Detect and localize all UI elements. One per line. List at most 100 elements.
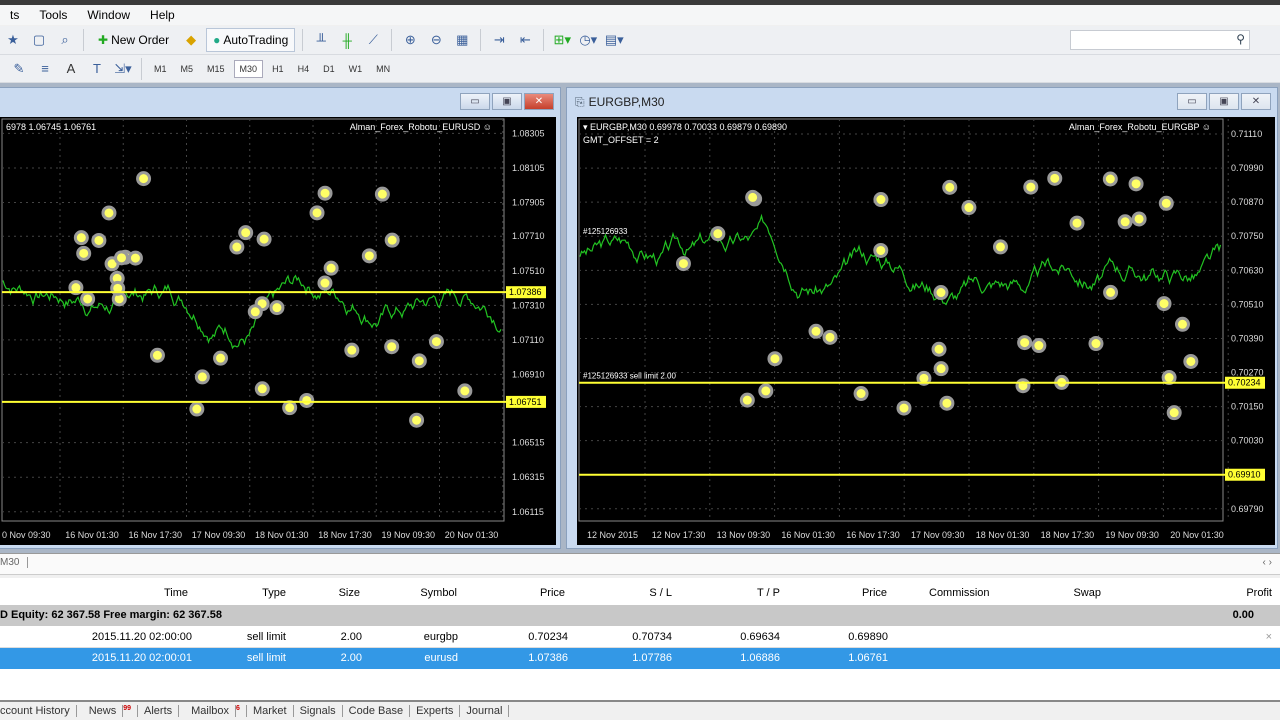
close-button[interactable]: ✕ (1241, 93, 1271, 110)
timeframe-h1[interactable]: H1 (267, 61, 289, 77)
price-label: 0.70750 (1231, 231, 1264, 241)
table-row-selected[interactable]: 2015.11.20 02:00:01 sell limit 2.00 euru… (0, 648, 1280, 669)
price-label: 0.70390 (1231, 333, 1264, 343)
tab-news[interactable]: News 99 (77, 704, 139, 718)
line-chart-icon[interactable]: ⟋ (362, 29, 384, 51)
timeframe-mn[interactable]: MN (371, 61, 395, 77)
timeframe-w1[interactable]: W1 (344, 61, 368, 77)
timeframe-h4[interactable]: H4 (293, 61, 315, 77)
price-label: 0.69790 (1231, 504, 1264, 514)
trade-marker (992, 239, 1008, 255)
candlestick-icon[interactable]: ╫ (336, 29, 358, 51)
menu-window[interactable]: Window (77, 8, 140, 22)
time-label: 16 Nov 01:30 (781, 530, 835, 540)
col-type[interactable]: Type (262, 587, 286, 599)
zoom-in-icon[interactable]: ⊕ (399, 29, 421, 51)
autotrading-icon: ● (213, 33, 221, 47)
chart-shift-icon[interactable]: ⇤ (514, 29, 536, 51)
profiles-icon[interactable]: ★ (2, 29, 24, 51)
zoom-out-icon[interactable]: ⊖ (425, 29, 447, 51)
tab-account-history[interactable]: ccount History (0, 705, 77, 717)
text-icon[interactable]: A (60, 58, 82, 80)
autotrading-button[interactable]: ● AutoTrading (206, 28, 296, 52)
tab-market[interactable]: Market (247, 705, 294, 717)
time-label: 17 Nov 09:30 (192, 530, 246, 540)
new-order-button[interactable]: ✚ New Order (91, 28, 176, 52)
col-commission[interactable]: Commission (929, 587, 990, 599)
trade-marker (853, 386, 869, 402)
trade-marker (961, 200, 977, 216)
col-sl[interactable]: S / L (649, 587, 672, 599)
close-button[interactable]: ✕ (524, 93, 554, 110)
window-title: ⎘ EURGBP,M30 (575, 94, 665, 110)
col-size[interactable]: Size (339, 587, 360, 599)
col-time[interactable]: Time (164, 587, 188, 599)
time-label: 18 Nov 17:30 (318, 530, 372, 540)
menu-charts[interactable]: ts (0, 8, 29, 22)
minimize-button[interactable]: ▭ (1177, 93, 1207, 110)
trade-marker (767, 351, 783, 367)
tab-journal[interactable]: Journal (460, 705, 510, 717)
tile-windows-icon[interactable]: ▦ (451, 29, 473, 51)
trade-marker (411, 353, 427, 369)
trade-marker (1088, 336, 1104, 352)
trade-marker (1017, 335, 1033, 351)
col-tp[interactable]: T / P (757, 587, 780, 599)
search-icon[interactable]: ⚲ (1236, 32, 1245, 46)
delete-order-icon[interactable]: × (1266, 631, 1272, 643)
tab-code-base[interactable]: Code Base (343, 705, 411, 717)
col-price[interactable]: Price (540, 587, 565, 599)
timeframe-d1[interactable]: D1 (318, 61, 340, 77)
menu-tools[interactable]: Tools (29, 8, 77, 22)
tab-experts[interactable]: Experts (410, 705, 461, 717)
navigator-icon[interactable]: ⌕ (54, 29, 76, 51)
col-current-price[interactable]: Price (862, 587, 887, 599)
trade-marker (374, 186, 390, 202)
cell-sl: 0.70734 (632, 631, 672, 643)
trade-marker (282, 400, 298, 416)
eurusd-chart-window[interactable]: ▭ ▣ ✕ 1.08305 1.08105 1.07905 1.07710 1.07510 1… (0, 87, 561, 549)
trade-marker (127, 250, 143, 266)
maximize-button[interactable]: ▣ (1209, 93, 1239, 110)
text-label-icon[interactable]: T (86, 58, 108, 80)
timeframe-m5[interactable]: M5 (176, 61, 199, 77)
balance-summary: D Equity: 62 367.58 Free margin: 62 367.… (0, 609, 222, 621)
tab-mailbox[interactable]: Mailbox 6 (179, 704, 247, 718)
bar-chart-icon[interactable]: ╨ (310, 29, 332, 51)
timeframe-m30[interactable]: M30 (233, 59, 264, 78)
lines-icon[interactable]: ≡ (34, 58, 56, 80)
table-row[interactable]: 2015.11.20 02:00:00 sell limit 2.00 eurg… (0, 627, 1280, 648)
search-input[interactable]: ⚲ (1070, 30, 1250, 50)
crosshair-icon[interactable]: ✎ (8, 58, 30, 80)
maximize-button[interactable]: ▣ (492, 93, 522, 110)
cell-tp: 0.69634 (740, 631, 780, 643)
price-label: 1.07905 (512, 198, 545, 208)
price-label: 0.71110 (1231, 129, 1262, 139)
trade-marker (91, 232, 107, 248)
col-swap[interactable]: Swap (1073, 587, 1101, 599)
col-profit[interactable]: Profit (1246, 587, 1272, 599)
menu-help[interactable]: Help (140, 8, 185, 22)
autoscroll-icon[interactable]: ⇥ (488, 29, 510, 51)
tab-signals[interactable]: Signals (294, 705, 343, 717)
eurgbp-chart[interactable]: 0.71110 0.70990 0.70870 0.70750 0.70630 0.705… (577, 117, 1275, 545)
templates-icon[interactable]: ▤▾ (603, 29, 625, 51)
trade-marker (1128, 176, 1144, 192)
minimize-button[interactable]: ▭ (460, 93, 490, 110)
metaeditor-icon[interactable]: ◆ (180, 29, 202, 51)
new-chart-icon[interactable]: ▢ (28, 29, 50, 51)
trade-marker (710, 226, 726, 242)
eurusd-chart[interactable]: 1.08305 1.08105 1.07905 1.07710 1.07510 1.073… (0, 117, 556, 545)
timeframe-m15[interactable]: M15 (202, 61, 230, 77)
scroll-arrows[interactable]: ‹ › (1263, 557, 1272, 568)
eurgbp-chart-window[interactable]: ⎘ EURGBP,M30 ▭ ▣ ✕ 0.71110 0.70990 0.70870 0.7… (566, 87, 1278, 549)
arrows-icon[interactable]: ⇲▾ (112, 58, 134, 80)
periods-icon[interactable]: ◷▾ (577, 29, 599, 51)
col-symbol[interactable]: Symbol (420, 587, 457, 599)
chart-tab[interactable]: M30 (0, 557, 29, 568)
indicators-icon[interactable]: ⊞▾ (551, 29, 573, 51)
timeframe-m1[interactable]: M1 (149, 61, 172, 77)
trade-marker (873, 242, 889, 258)
tab-alerts[interactable]: Alerts (138, 705, 180, 717)
new-order-icon: ✚ (98, 33, 109, 47)
